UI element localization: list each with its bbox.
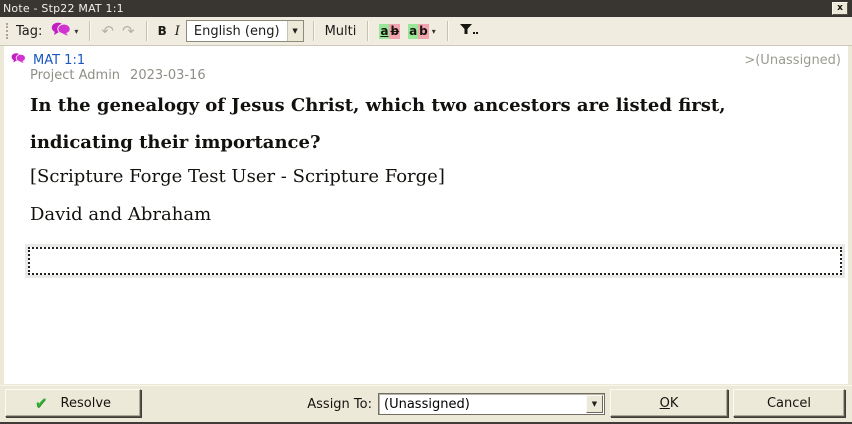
toolbar: Tag: ▾ ↶ ↷ B I English (eng) ▼ — [0, 17, 852, 46]
reply-field-focus-ring — [28, 247, 842, 275]
separator — [89, 21, 90, 41]
highlight-b-icon: b — [418, 24, 429, 39]
title-bar[interactable]: Note - Stp22 MAT 1:1 x — [0, 0, 852, 17]
assigned-status-text: >(Unassigned) — [744, 53, 841, 68]
filter-funnel-icon — [459, 22, 479, 40]
undo-icon: ↶ — [101, 24, 114, 39]
language-dropdown-arrow-icon[interactable]: ▼ — [287, 21, 303, 41]
undo-button[interactable]: ↶ — [97, 22, 118, 41]
ok-button-label: K — [670, 396, 679, 411]
tag-dropdown-arrow-icon: ▾ — [74, 27, 78, 36]
note-thread-icon — [11, 52, 26, 68]
toolbar-grip-handle[interactable] — [6, 23, 9, 39]
note-meta-row: Project Admin 2023-03-16 — [30, 68, 206, 83]
highlight-b-strike-icon: b — [389, 24, 400, 39]
note-header-row: MAT 1:1 >(Unassigned) — [11, 52, 841, 68]
note-author: Project Admin — [30, 68, 120, 83]
tag-picker-button[interactable]: ▾ — [47, 20, 82, 42]
assign-to-dropdown[interactable]: (Unassigned) ▼ — [378, 393, 605, 415]
reply-field-frame — [25, 244, 845, 278]
note-answer-text: David and Abraham — [30, 204, 830, 225]
highlight-dropdown-arrow-icon: ▾ — [432, 27, 436, 36]
bold-button[interactable]: B — [154, 22, 171, 40]
highlight-a-icon: a — [408, 24, 418, 39]
highlight-strike-button[interactable]: ab — [375, 22, 404, 41]
assignee-value: (Unassigned) — [379, 397, 585, 412]
highlight-style-button[interactable]: ab ▾ — [404, 22, 440, 41]
cancel-button-label: Cancel — [767, 396, 811, 411]
note-content-panel: MAT 1:1 >(Unassigned) Project Admin 2023-… — [4, 46, 848, 384]
redo-button[interactable]: ↷ — [118, 22, 139, 41]
multi-button[interactable]: Multi — [321, 22, 361, 41]
assign-to-label: Assign To: — [0, 386, 372, 422]
footer-bar: ✔ Resolve Assign To: (Unassigned) ▼ OK C… — [0, 385, 852, 422]
italic-button[interactable]: I — [171, 22, 184, 41]
separator — [367, 21, 368, 41]
separator — [313, 21, 314, 41]
note-window: Note - Stp22 MAT 1:1 x Tag: ▾ ↶ ↷ B — [0, 0, 852, 424]
note-question-text: In the genealogy of Jesus Christ, which … — [30, 87, 830, 161]
window-title: Note - Stp22 MAT 1:1 — [3, 2, 832, 15]
separator — [447, 21, 448, 41]
language-value: English (eng) — [187, 24, 287, 39]
tag-label: Tag: — [16, 24, 42, 39]
note-attribution-text: [Scripture Forge Test User - Scripture F… — [30, 166, 830, 187]
separator — [146, 21, 147, 41]
assignee-dropdown-arrow-icon[interactable]: ▼ — [586, 395, 603, 413]
reply-input[interactable] — [30, 249, 840, 273]
tag-speech-bubble-icon — [51, 22, 71, 40]
close-icon[interactable]: x — [832, 2, 848, 15]
language-combobox[interactable]: English (eng) ▼ — [186, 20, 304, 42]
ok-button-mnemonic: O — [660, 396, 670, 411]
note-date: 2023-03-16 — [130, 68, 206, 83]
ok-button[interactable]: OK — [610, 389, 728, 417]
cancel-button[interactable]: Cancel — [733, 389, 845, 417]
verse-reference-link[interactable]: MAT 1:1 — [33, 53, 85, 68]
highlight-a-underline-icon: a — [379, 24, 389, 39]
redo-icon: ↷ — [122, 24, 135, 39]
filter-button[interactable] — [455, 20, 483, 42]
